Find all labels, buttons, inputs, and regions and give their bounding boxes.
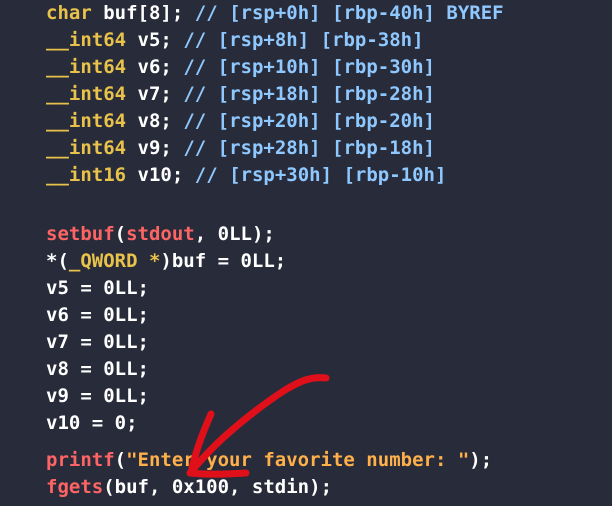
semicolon: ; — [160, 137, 172, 159]
semicolon: ; — [160, 29, 172, 51]
argument-stdout: stdout — [126, 223, 195, 245]
assignment-rest: )buf = 0LL; — [160, 250, 287, 272]
code-comment: // [rsp+0h] [rbp-40h] BYREF — [183, 2, 504, 24]
semicolon: ; — [160, 56, 172, 78]
variable-name: v10 — [137, 164, 172, 186]
code-comment: // [rsp+18h] [rbp-28h] — [171, 83, 435, 105]
code-line-decl-v9: __int64 v9; // [rsp+28h] [rbp-18h] — [46, 135, 435, 162]
code-comment: // [rsp+20h] [rbp-20h] — [171, 110, 435, 132]
cast-type: _QWORD * — [68, 250, 161, 272]
code-line-assign-v6: v6 = 0LL; — [46, 304, 149, 326]
open-paren: ( — [103, 476, 115, 498]
variable-name: buf[8] — [103, 2, 172, 24]
variable-name: v6 — [137, 56, 161, 78]
variable-name: v9 — [137, 137, 161, 159]
code-line-assign-v8: v8 = 0LL; — [46, 358, 149, 380]
code-line-assign-v9: v9 = 0LL; — [46, 385, 149, 407]
function-name: printf — [46, 449, 115, 471]
string-literal: "Enter your favorite number: " — [126, 449, 470, 471]
code-line-printf: printf("Enter your favorite number: "); — [46, 447, 492, 474]
code-line-decl-v10: __int16 v10; // [rsp+30h] [rbp-10h] — [46, 162, 446, 189]
code-line-decl-v8: __int64 v8; // [rsp+20h] [rbp-20h] — [46, 108, 435, 135]
type-keyword: __int64 — [46, 137, 127, 159]
cast-open: *( — [46, 250, 69, 272]
function-name: fgets — [46, 476, 104, 498]
type-keyword: __int64 — [46, 83, 127, 105]
type-keyword: __int64 — [46, 110, 127, 132]
semicolon: ; — [160, 110, 172, 132]
code-comment: // [rsp+30h] [rbp-10h] — [183, 164, 447, 186]
type-keyword: __int16 — [46, 164, 127, 186]
semicolon: ; — [171, 164, 184, 186]
code-line-decl-v6: __int64 v6; // [rsp+10h] [rbp-30h] — [46, 54, 435, 81]
argument-separator: , — [194, 223, 218, 245]
open-paren: ( — [114, 449, 127, 471]
function-arguments: buf, 0x100, stdin — [114, 476, 310, 498]
semicolon: ; — [171, 2, 184, 24]
type-keyword: __int64 — [46, 56, 127, 78]
code-line-assign-v10: v10 = 0; — [46, 412, 138, 434]
code-line-qword-assign: *(_QWORD *)buf = 0LL; — [46, 248, 286, 275]
variable-name: v8 — [137, 110, 161, 132]
code-line-assign-v7: v7 = 0LL; — [46, 331, 149, 353]
code-comment: // [rsp+10h] [rbp-30h] — [171, 56, 435, 78]
close-paren: ); — [251, 223, 275, 245]
variable-name: v5 — [137, 29, 161, 51]
code-comment: // [rsp+28h] [rbp-18h] — [171, 137, 435, 159]
argument-literal: 0LL — [217, 223, 252, 245]
variable-name: v7 — [137, 83, 161, 105]
code-line-setbuf: setbuf(stdout, 0LL); — [46, 221, 275, 248]
type-keyword: __int64 — [46, 29, 127, 51]
type-keyword: char — [46, 2, 92, 24]
close-paren: ); — [469, 449, 493, 471]
open-paren: ( — [114, 223, 127, 245]
code-comment: // [rsp+8h] [rbp-38h] — [171, 29, 424, 51]
function-name: setbuf — [46, 223, 115, 245]
code-line-decl-v7: __int64 v7; // [rsp+18h] [rbp-28h] — [46, 81, 435, 108]
code-editor: char buf[8]; // [rsp+0h] [rbp-40h] BYREF… — [0, 0, 612, 506]
code-line-decl-buf: char buf[8]; // [rsp+0h] [rbp-40h] BYREF — [46, 0, 504, 27]
code-line-fgets: fgets(buf, 0x100, stdin); — [46, 474, 332, 501]
close-paren: ); — [309, 476, 333, 498]
code-line-assign-v5: v5 = 0LL; — [46, 277, 149, 299]
code-line-decl-v5: __int64 v5; // [rsp+8h] [rbp-38h] — [46, 27, 424, 54]
semicolon: ; — [160, 83, 172, 105]
